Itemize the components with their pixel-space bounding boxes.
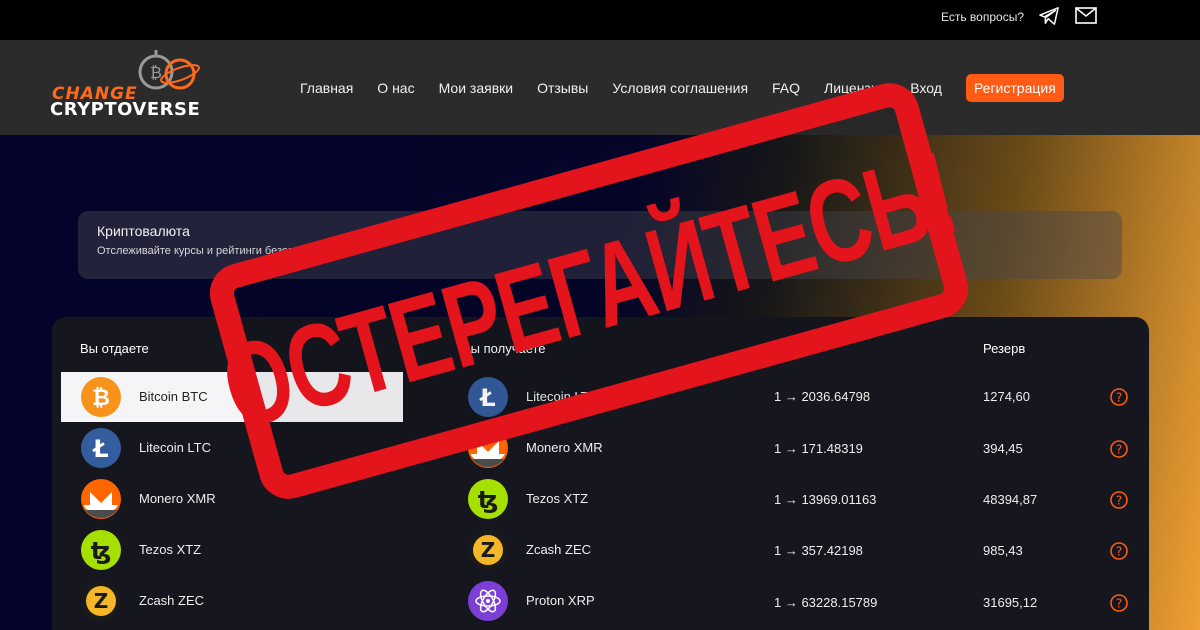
get-coin-name: Monero XMR: [526, 440, 603, 455]
rate-value: 1 → 63228.15789: [774, 595, 878, 610]
help-icon[interactable]: ?: [1110, 388, 1128, 406]
svg-text:?: ?: [1116, 391, 1122, 405]
top-utility-bar: Есть вопросы?: [0, 0, 1200, 40]
give-row-xtz[interactable]: ꜩ Tezos XTZ: [61, 525, 403, 575]
nav-home[interactable]: Главная: [300, 80, 353, 96]
questions-link[interactable]: Есть вопросы?: [941, 10, 1024, 24]
reserve-value: 31695,12: [983, 595, 1038, 610]
help-icon[interactable]: ?: [1110, 440, 1128, 458]
give-coin-name: Bitcoin BTC: [139, 389, 208, 404]
rate-value: 1 → 171.48319: [774, 441, 863, 456]
nav-about[interactable]: О нас: [377, 80, 414, 96]
svg-text:ꜩ: ꜩ: [91, 537, 112, 565]
svg-text:₿: ₿: [92, 386, 110, 411]
svg-text:?: ?: [1116, 597, 1122, 611]
bitcoin-icon: ₿: [81, 377, 121, 417]
zcash-icon: Z: [468, 530, 508, 570]
proton-icon: [468, 581, 508, 621]
banner-title: Криптовалюта: [97, 223, 190, 239]
help-icon[interactable]: ?: [1110, 542, 1128, 560]
get-row-xtz[interactable]: ꜩ Tezos XTZ: [448, 474, 748, 524]
nav-reviews[interactable]: Отзывы: [537, 80, 588, 96]
nav-my-orders[interactable]: Мои заявки: [439, 80, 513, 96]
header-give: Вы отдаете: [80, 341, 149, 356]
nav-login[interactable]: Вход: [910, 80, 942, 96]
main-nav: Главная О нас Мои заявки Отзывы Условия …: [300, 74, 1064, 102]
get-coin-name: Proton XRP: [526, 593, 595, 608]
rate-value: 1 → 357.42198: [774, 543, 863, 558]
get-coin-name: Zcash ZEC: [526, 542, 592, 557]
give-coin-name: Litecoin LTC: [139, 440, 212, 455]
nav-faq[interactable]: FAQ: [772, 80, 800, 96]
svg-text:Ł: Ł: [91, 435, 108, 463]
monero-icon: [81, 479, 121, 519]
svg-text:₿: ₿: [150, 63, 162, 82]
rate-value: 1 → 2036.64798: [774, 389, 871, 404]
reserve-value: 1274,60: [983, 389, 1030, 404]
help-icon[interactable]: ?: [1110, 491, 1128, 509]
rate-value: 1 → 13969.01163: [774, 492, 877, 507]
get-coin-name: Tezos XTZ: [526, 491, 589, 506]
zcash-icon: Z: [81, 581, 121, 621]
give-coin-name: Tezos XTZ: [139, 542, 202, 557]
help-icon[interactable]: ?: [1110, 594, 1128, 612]
svg-text:ꜩ: ꜩ: [478, 486, 499, 514]
tezos-icon: ꜩ: [81, 530, 121, 570]
telegram-icon[interactable]: [1038, 6, 1060, 26]
site-header: ₿ CHANGE CRYPTOVERSE Главная О нас Мои з…: [0, 40, 1200, 135]
nav-terms[interactable]: Условия соглашения: [612, 80, 748, 96]
header-reserve: Резерв: [983, 341, 1026, 356]
reserve-value: 48394,87: [983, 492, 1038, 507]
get-row-zec[interactable]: Z Zcash ZEC: [448, 525, 748, 575]
reserve-value: 985,43: [983, 543, 1023, 558]
give-coin-name: Monero XMR: [139, 491, 216, 506]
mail-icon[interactable]: [1075, 7, 1097, 24]
svg-text:?: ?: [1116, 494, 1122, 508]
reserve-value: 394,45: [983, 441, 1023, 456]
get-row-xrp[interactable]: Proton XRP: [448, 576, 748, 626]
give-coin-name: Zcash ZEC: [139, 593, 205, 608]
give-row-zec[interactable]: Z Zcash ZEC: [61, 576, 403, 626]
svg-text:Z: Z: [94, 589, 109, 613]
litecoin-icon: Ł: [81, 428, 121, 468]
svg-text:?: ?: [1116, 545, 1122, 559]
register-button[interactable]: Регистрация: [965, 74, 1064, 102]
logo[interactable]: ₿ CHANGE CRYPTOVERSE: [50, 48, 220, 128]
logo-word-cryptoverse: CRYPTOVERSE: [50, 99, 201, 120]
planet-logo-icon: ₿: [138, 50, 200, 90]
svg-text:Z: Z: [481, 538, 496, 562]
tezos-icon: ꜩ: [468, 479, 508, 519]
svg-text:?: ?: [1116, 443, 1122, 457]
